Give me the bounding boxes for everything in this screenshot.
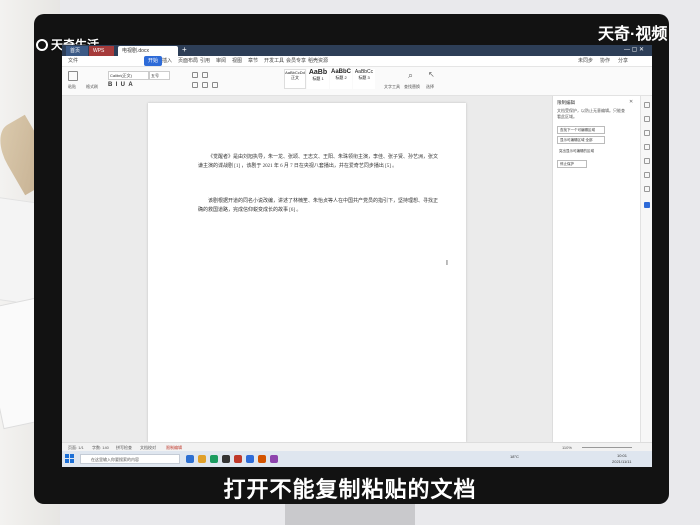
style-normal[interactable]: AaBbCcDd 正文: [284, 69, 306, 89]
select-icon[interactable]: [644, 144, 650, 150]
tab-document[interactable]: 电视剧.docx: [118, 46, 178, 56]
paste-label: 粘贴: [68, 84, 76, 89]
menu-chapter[interactable]: 章节: [248, 56, 258, 66]
tab-wps[interactable]: WPS: [89, 46, 114, 56]
taskbar-search-input[interactable]: 在这里输入你要搜索的内容: [80, 454, 180, 464]
task-view-icon[interactable]: [186, 455, 194, 463]
find-next-editable-button[interactable]: 查找下一个可编辑区域: [557, 126, 605, 134]
find-icon[interactable]: ⌕: [408, 70, 413, 81]
find-replace-button[interactable]: 查找替换: [404, 84, 420, 90]
stop-protection-button[interactable]: 停止保护: [557, 160, 587, 168]
app-icon[interactable]: [270, 455, 278, 463]
menu-developer[interactable]: 开发工具: [264, 56, 284, 66]
side-rail: [640, 96, 652, 442]
align-left-icon[interactable]: [192, 82, 198, 88]
style-name: 标题 2: [335, 75, 347, 80]
watermark-right: 天奇·视频: [598, 26, 668, 43]
collab-button[interactable]: 协作: [600, 56, 610, 66]
logo-icon: [36, 38, 48, 51]
close-icon[interactable]: ✕: [629, 99, 633, 105]
monitor-stand: [285, 504, 415, 525]
zoom-icon[interactable]: [644, 158, 650, 164]
menu-docer[interactable]: 稻壳资源: [308, 56, 328, 66]
format-painter[interactable]: 格式刷: [86, 84, 98, 90]
style-name: 标题 3: [358, 75, 370, 80]
number-list-icon[interactable]: [202, 72, 208, 78]
style-preview: AaBb: [308, 69, 328, 76]
app-icon[interactable]: [222, 455, 230, 463]
new-tab-button[interactable]: +: [182, 45, 187, 54]
title-bar: 首页 WPS 电视剧.docx + — ▢ ✕: [62, 45, 652, 56]
tab-home[interactable]: 首页: [66, 46, 88, 56]
lock-icon[interactable]: [644, 202, 650, 208]
show-editable-regions-button[interactable]: 显示可编辑区域 全部: [557, 136, 605, 144]
paragraph-1[interactable]: 《觉醒者》是由刘旭执导，朱一龙、张颂、王志文、王阳、朱珠领衔主演，李佳、张子贤、…: [198, 153, 438, 171]
paste-icon[interactable]: [68, 71, 78, 81]
menu-view[interactable]: 视图: [232, 56, 242, 66]
menu-review[interactable]: 审阅: [216, 56, 226, 66]
video-subtitle: 打开不能复制粘贴的文档: [223, 477, 477, 502]
font-name-select[interactable]: Calibri(正文): [108, 71, 149, 80]
edit-icon[interactable]: [644, 130, 650, 136]
app-icon[interactable]: [258, 455, 266, 463]
screen: 首页 WPS 电视剧.docx + — ▢ ✕ 文件 开始 插入 页面布局 引用…: [62, 45, 652, 467]
document-area: 《觉醒者》是由刘旭执导，朱一龙、张颂、王志文、王阳、朱珠领衔主演，李佳、张子贤、…: [62, 96, 552, 442]
style-heading1[interactable]: AaBb 标题 1: [307, 69, 329, 89]
select-button[interactable]: 选择: [426, 84, 434, 90]
app-icon[interactable]: [246, 455, 254, 463]
text-tools-button[interactable]: 文字工具: [384, 84, 400, 90]
style-icon[interactable]: [644, 116, 650, 122]
taskbar: 在这里输入你要搜索的内容 18°C 10:01 2021/11/11: [62, 451, 652, 467]
clock-date[interactable]: 2021/11/11: [612, 459, 631, 464]
text-format-buttons[interactable]: B I U A: [108, 82, 133, 88]
weather-status[interactable]: 18°C: [510, 454, 519, 459]
highlight-editable-checkbox[interactable]: 突出显示可编辑的区域: [557, 148, 603, 154]
toolbox-icon[interactable]: [644, 102, 650, 108]
ribbon-toolbar: 粘贴 格式刷 Calibri(正文) 五号 B I U A AaBbCcDd 正文…: [62, 67, 652, 96]
menu-home[interactable]: 开始: [144, 56, 163, 66]
document-page[interactable]: 《觉醒者》是由刘旭执导，朱一龙、张颂、王志文、王阳、朱珠领衔主演，李佳、张子贤、…: [148, 103, 466, 442]
clock-time[interactable]: 10:01: [617, 453, 627, 458]
zoom-slider[interactable]: [582, 447, 632, 448]
bullet-list-icon[interactable]: [192, 72, 198, 78]
sync-icon[interactable]: [644, 172, 650, 178]
windows-start-icon[interactable]: [65, 454, 75, 464]
pane-description: 文档受保护，以防止无意编辑。只能查看此区域。: [557, 108, 625, 119]
browser-icon[interactable]: [210, 455, 218, 463]
menu-references[interactable]: 引用: [200, 56, 210, 66]
paragraph-2[interactable]: 该剧根据开道的同名小说改编，讲述了林楠笙、朱怡贞等人在中国共产党员的指引下，坚持…: [198, 197, 438, 215]
font-size-select[interactable]: 五号: [149, 71, 170, 80]
text-cursor-icon: I: [446, 260, 448, 267]
sync-status[interactable]: 未同步: [578, 56, 593, 66]
align-right-icon[interactable]: [212, 82, 218, 88]
style-name: 标题 1: [312, 76, 324, 81]
select-cursor-icon[interactable]: ↖: [428, 70, 435, 79]
style-name: 正文: [291, 75, 299, 80]
restrict-editing-pane: 限制编辑 ✕ 文档受保护，以防止无意编辑。只能查看此区域。 查找下一个可编辑区域…: [552, 96, 641, 442]
pane-title: 限制编辑: [557, 100, 575, 105]
menu-member[interactable]: 会员专享: [286, 56, 306, 66]
style-heading3[interactable]: AaBbCc 标题 3: [353, 69, 375, 89]
align-center-icon[interactable]: [202, 82, 208, 88]
help-icon[interactable]: [644, 186, 650, 192]
menu-insert[interactable]: 插入: [162, 56, 172, 66]
folder-icon[interactable]: [198, 455, 206, 463]
window-controls[interactable]: — ▢ ✕: [624, 46, 644, 53]
style-heading2[interactable]: AaBbC 标题 2: [330, 69, 352, 89]
menu-file[interactable]: 文件: [68, 56, 78, 66]
menu-layout[interactable]: 页面布局: [178, 56, 198, 66]
menu-bar: 文件 开始 插入 页面布局 引用 审阅 视图 章节 开发工具 会员专享 稻壳资源…: [62, 56, 652, 67]
wps-icon[interactable]: [234, 455, 242, 463]
share-button[interactable]: 分享: [618, 56, 628, 66]
